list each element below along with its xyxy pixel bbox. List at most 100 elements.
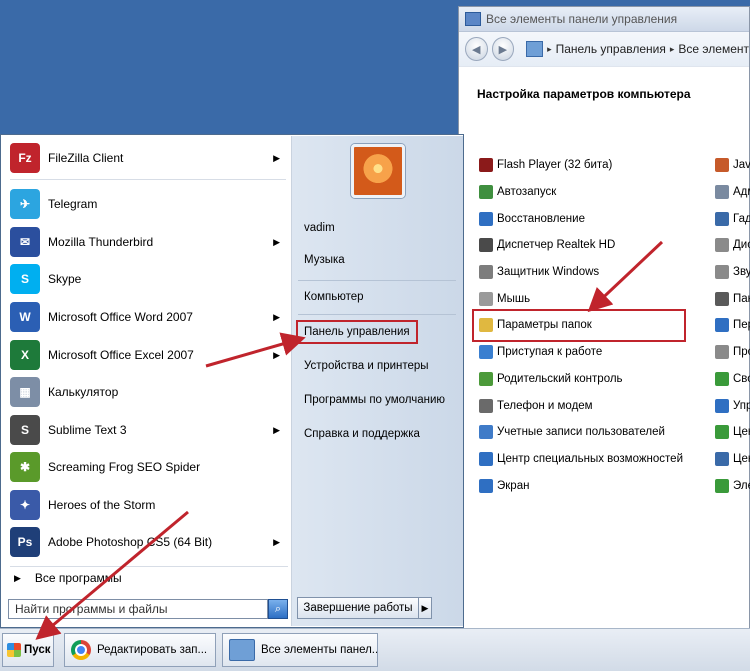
breadcrumb-control-panel[interactable]: Панель управления (556, 42, 666, 56)
realtek-item[interactable]: Диспетчер Realtek HD (479, 232, 683, 259)
breadcrumb-chevron-icon[interactable]: ▸ (547, 44, 552, 55)
word-icon: W (10, 302, 40, 332)
program-item[interactable]: ✱ Screaming Frog SEO Spider (10, 449, 288, 485)
column2-item[interactable]: Jav (715, 152, 750, 179)
column2-item[interactable]: Пер (715, 312, 750, 339)
control-panel-link[interactable]: Панель управления (296, 320, 418, 344)
column2-item[interactable]: Эле (715, 472, 750, 499)
control-panel-item-icon (715, 265, 729, 280)
start-button[interactable]: Пуск (2, 633, 54, 667)
item-label: Flash Player (32 бита) (497, 159, 613, 172)
getting-started-item[interactable]: Приступая к работе (479, 339, 683, 366)
program-item[interactable]: ✈ Telegram (10, 186, 288, 222)
program-item[interactable]: ✦ Heroes of the Storm (10, 487, 288, 523)
program-item[interactable]: X Microsoft Office Excel 2007 ▶ (10, 337, 288, 373)
parental-control-item[interactable]: Родительский контроль (479, 366, 683, 393)
item-label: Защитник Windows (497, 266, 600, 279)
submenu-arrow-icon[interactable]: ▶ (273, 350, 280, 361)
getting-started-icon (479, 345, 493, 360)
back-button[interactable]: ◀ (465, 37, 488, 61)
control-panel-item-icon (715, 185, 729, 200)
program-label: Adobe Photoshop CS5 (64 Bit) (48, 535, 213, 549)
column2-item[interactable]: Сво (715, 366, 750, 393)
autoplay-icon (479, 185, 493, 200)
screaming-frog-icon: ✱ (10, 452, 40, 482)
control-panel-items-column-1: Flash Player (32 бита) Автозапуск Восстано… (472, 152, 686, 499)
forward-button[interactable]: ▶ (491, 37, 515, 61)
control-panel-item-icon (715, 478, 729, 493)
start-label: Пуск (24, 644, 51, 656)
item-label: Автозапуск (497, 186, 557, 199)
column2-item[interactable]: Цен (715, 446, 750, 473)
breadcrumb-chevron-icon[interactable]: ▸ (670, 44, 675, 55)
program-item[interactable]: S Sublime Text 3 ▶ (10, 412, 288, 448)
search-icon[interactable]: ⌕ (268, 599, 288, 619)
windows-logo-icon (7, 643, 21, 657)
music-link[interactable]: Музыка (304, 254, 345, 266)
search-input[interactable]: Найти программы и файлы (8, 599, 268, 619)
computer-link[interactable]: Компьютер (304, 291, 364, 303)
all-programs-button[interactable]: ▶ Все программы (10, 566, 288, 589)
item-label: Цен (733, 426, 750, 439)
program-item[interactable]: Fz FileZilla Client ▶ (10, 140, 288, 176)
item-label: Телефон и модем (497, 399, 593, 412)
phone-modem-item[interactable]: Телефон и модем (479, 392, 683, 419)
program-item[interactable]: Ps Adobe Photoshop CS5 (64 Bit) ▶ (10, 524, 288, 560)
mouse-item[interactable]: Мышь (479, 285, 683, 312)
program-item[interactable]: S Skype (10, 261, 288, 297)
accessibility-item[interactable]: Центр специальных возможностей (479, 446, 683, 473)
window-title: Все элементы панели управления (486, 12, 678, 26)
column2-item[interactable]: Цен (715, 419, 750, 446)
program-label: Mozilla Thunderbird (48, 235, 154, 249)
program-item[interactable]: W Microsoft Office Word 2007 ▶ (10, 299, 288, 335)
shutdown-options-icon[interactable]: ▶ (418, 597, 432, 619)
program-label: Калькулятор (48, 385, 119, 399)
flash-item[interactable]: Flash Player (32 бита) (479, 152, 683, 179)
submenu-arrow-icon[interactable]: ▶ (273, 425, 280, 436)
submenu-arrow-icon[interactable]: ▶ (273, 312, 280, 323)
user-accounts-item[interactable]: Учетные записи пользователей (479, 419, 683, 446)
item-label: Дис (733, 239, 750, 252)
program-item[interactable]: ▦ Калькулятор (10, 374, 288, 410)
taskbar-control-panel-window[interactable]: Все элементы панел... (222, 633, 378, 667)
defender-item[interactable]: Защитник Windows (479, 259, 683, 286)
column2-item[interactable]: Упр (715, 392, 750, 419)
column2-item[interactable]: Зву (715, 259, 750, 286)
program-label: Skype (48, 272, 82, 286)
taskbar-chrome-window[interactable]: Редактировать зап... (64, 633, 216, 667)
control-panel-titlebar[interactable]: Все элементы панели управления (459, 7, 749, 32)
column2-item[interactable]: Про (715, 339, 750, 366)
column2-item[interactable]: Пан (715, 285, 750, 312)
submenu-arrow-icon[interactable]: ▶ (273, 537, 280, 548)
item-label: Jav (733, 159, 750, 172)
item-label: Диспетчер Realtek HD (497, 239, 616, 252)
default-programs-link[interactable]: Программы по умолчанию (304, 394, 445, 406)
telegram-icon: ✈ (10, 189, 40, 219)
triangle-right-icon: ▶ (14, 572, 21, 583)
item-label: Пер (733, 319, 750, 332)
submenu-arrow-icon[interactable]: ▶ (273, 237, 280, 248)
submenu-arrow-icon[interactable]: ▶ (273, 153, 280, 164)
recovery-icon (479, 211, 493, 226)
shutdown-button[interactable]: Завершение работы (297, 597, 419, 619)
recovery-item[interactable]: Восстановление (479, 205, 683, 232)
user-avatar[interactable] (351, 144, 405, 198)
item-label: Сво (733, 372, 750, 385)
control-panel-item-icon (715, 371, 729, 386)
column2-item[interactable]: Дис (715, 232, 750, 259)
folder-options-item[interactable]: Параметры папок (472, 309, 686, 342)
taskbar: Пуск Редактировать зап... Все элементы п… (0, 628, 750, 671)
autoplay-item[interactable]: Автозапуск (479, 179, 683, 206)
help-support-link[interactable]: Справка и поддержка (304, 428, 420, 440)
item-label: Зву (733, 266, 750, 279)
breadcrumb-all-items[interactable]: Все элемент (678, 42, 749, 56)
devices-printers-link[interactable]: Устройства и принтеры (304, 360, 429, 372)
column2-item[interactable]: Гад (715, 205, 750, 232)
user-folder-link[interactable]: vadim (304, 222, 335, 234)
program-item[interactable]: ✉ Mozilla Thunderbird ▶ (10, 224, 288, 260)
defender-icon (479, 265, 493, 280)
column2-item[interactable]: Адм (715, 179, 750, 206)
sublime-icon: S (10, 415, 40, 445)
item-label: Адм (733, 186, 750, 199)
display-item[interactable]: Экран (479, 472, 683, 499)
